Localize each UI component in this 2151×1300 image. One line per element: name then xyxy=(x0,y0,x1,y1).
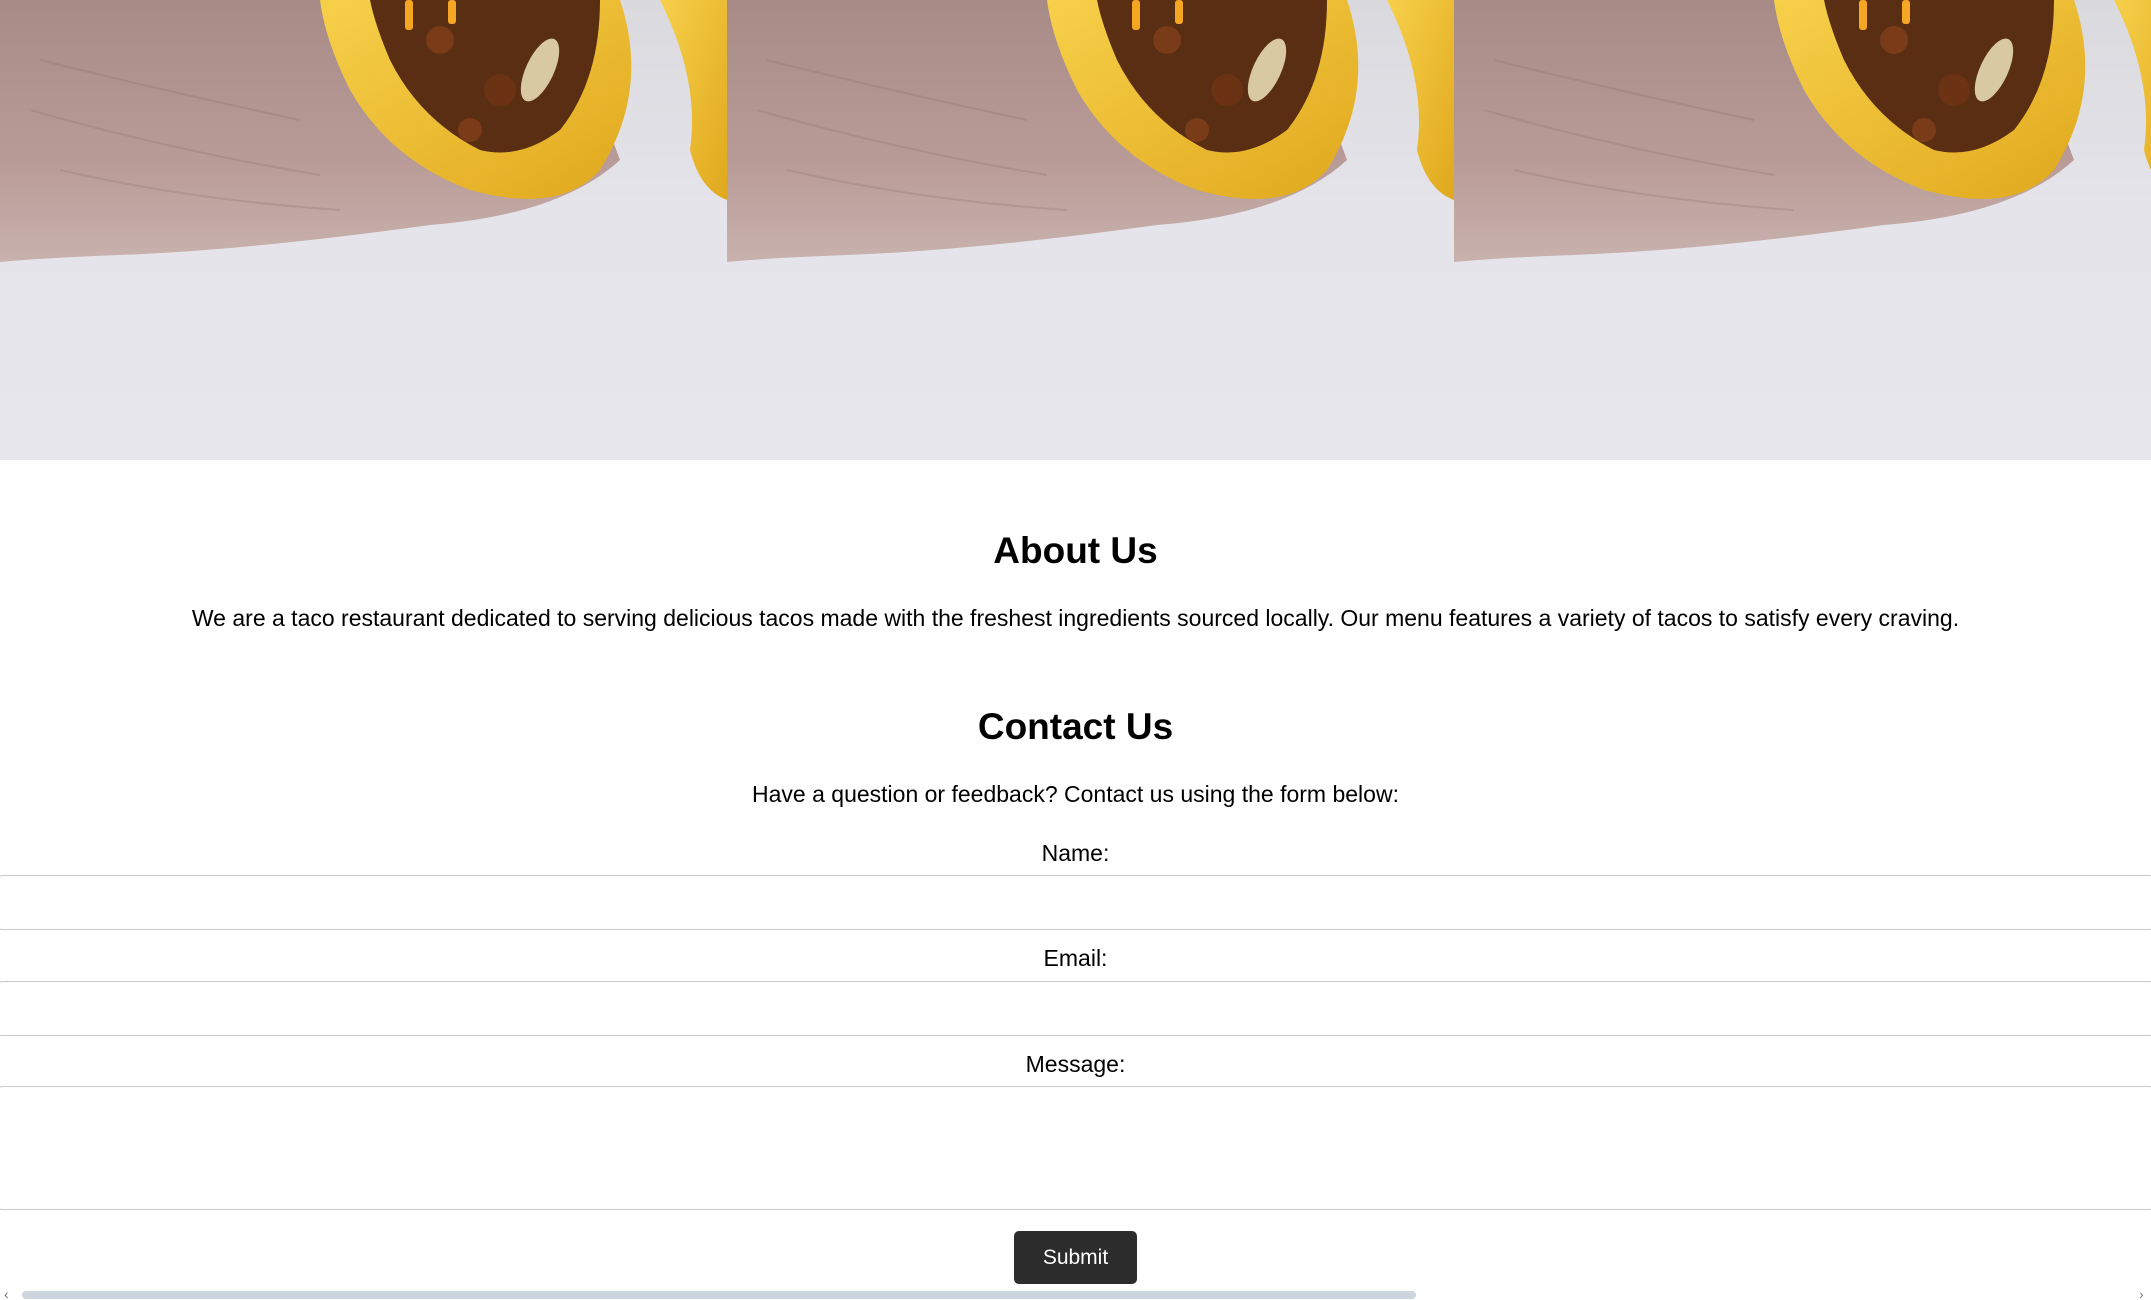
message-textarea[interactable] xyxy=(0,1086,2151,1210)
taco-photo xyxy=(727,0,1454,262)
horizontal-scrollbar[interactable]: ‹ › xyxy=(0,1287,2151,1300)
hero-image-tile xyxy=(1454,0,2151,460)
hero-image-tile xyxy=(727,0,1454,460)
email-input[interactable] xyxy=(0,981,2151,1036)
hero-banner xyxy=(0,0,2151,460)
page: About Us We are a taco restaurant dedica… xyxy=(0,0,2151,1300)
taco-photo xyxy=(0,0,727,262)
scrollbar-thumb[interactable] xyxy=(22,1291,1416,1299)
chevron-left-icon[interactable]: ‹ xyxy=(4,1287,9,1300)
submit-button[interactable]: Submit xyxy=(1014,1231,1137,1284)
about-title: About Us xyxy=(993,530,1158,571)
email-label: Email: xyxy=(1043,945,1108,971)
chevron-right-icon[interactable]: › xyxy=(2139,1287,2144,1300)
message-label: Message: xyxy=(1025,1051,1126,1077)
taco-photo xyxy=(1454,0,2151,262)
contact-intro: Have a question or feedback? Contact us … xyxy=(752,781,1399,807)
contact-title: Contact Us xyxy=(977,706,1174,747)
about-text: We are a taco restaurant dedicated to se… xyxy=(191,605,1960,631)
name-label: Name: xyxy=(1041,840,1110,866)
hero-image-tile xyxy=(0,0,727,460)
name-input[interactable] xyxy=(0,875,2151,930)
